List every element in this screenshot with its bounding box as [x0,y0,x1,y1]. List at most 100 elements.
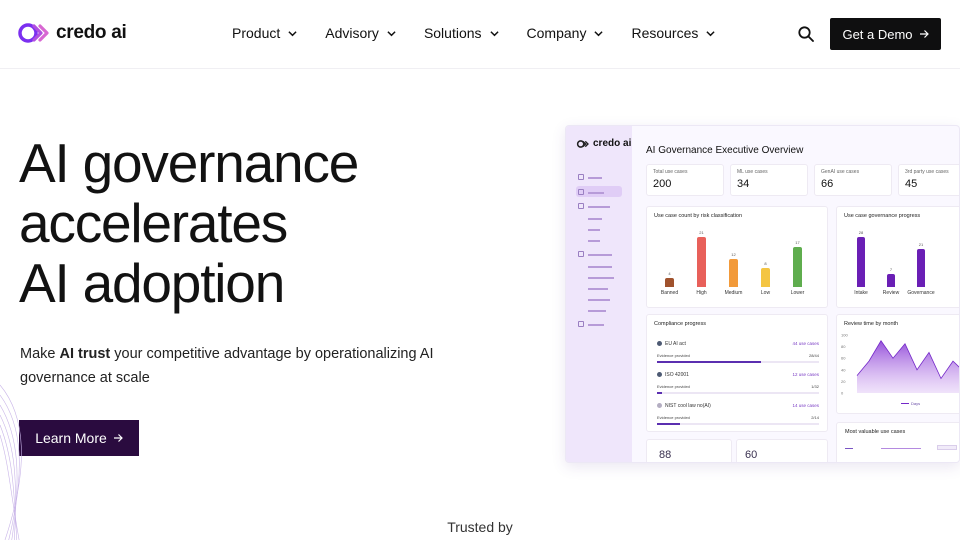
y-tick-label: 0 [841,391,844,396]
mini-stat-card: 60 [736,439,828,462]
stat-card: GenAI use cases 66 [814,164,892,196]
table-row[interactable] [881,448,921,449]
grid-icon[interactable] [578,189,584,195]
y-tick-label: 20 [841,379,846,384]
get-demo-button[interactable]: Get a Demo [830,18,941,50]
sidebar-item[interactable] [588,324,604,326]
chart-title: Review time by month [844,321,899,327]
nav-product[interactable]: Product [232,25,297,41]
use-cases-link[interactable]: 44 use cases [792,341,819,346]
nav-solutions[interactable]: Solutions [424,25,499,41]
y-tick-label: 40 [841,367,846,372]
sidebar-item[interactable] [588,192,604,194]
site-header: credo ai Product Advisory Solutions Comp… [0,0,960,68]
brand-logo[interactable]: credo ai [18,20,127,46]
sidebar-item[interactable] [588,254,612,256]
sidebar-item[interactable] [588,266,612,268]
sidebar-item[interactable] [588,299,610,301]
use-cases-link[interactable]: 14 use cases [792,403,819,408]
header-divider [0,68,960,69]
mini-stat-value: 88 [659,449,672,461]
sidebar-item[interactable] [588,277,614,279]
arrow-right-icon [919,30,929,38]
hero-subtitle-pre: Make [20,346,60,362]
sidebar-item[interactable] [588,240,600,242]
stat-card: ML use cases 34 [730,164,808,196]
nav-company[interactable]: Company [527,25,604,41]
chart-title: Use case count by risk classification [654,213,743,219]
home-icon[interactable] [578,174,584,180]
dashboard-main: AI Governance Executive Overview Total u… [632,126,959,462]
stat-label: ML use cases [737,169,768,175]
panel-title: Most valuable use cases [845,429,906,435]
dashboard-brand-name: credo ai [593,138,632,149]
area-chart: 100 80 60 40 20 0 Days [841,333,959,406]
progress-bar [657,423,819,425]
table-row[interactable] [845,448,853,449]
progress-bar [657,392,819,394]
chevron-down-icon [387,30,396,36]
shield-icon[interactable] [578,251,584,257]
stat-value: 66 [821,178,834,190]
stat-card: Total use cases 200 [646,164,724,196]
nav-advisory[interactable]: Advisory [325,25,396,41]
sidebar-item[interactable] [588,177,602,179]
progress-fill [657,392,662,394]
framework-name: EU AI act [665,341,686,347]
main-nav: Product Advisory Solutions Company Resou… [232,25,743,41]
hero-subtitle-bold: AI trust [59,346,111,362]
nav-resources[interactable]: Resources [631,25,715,41]
chart-bar [887,274,895,287]
governance-progress-chart: Use case governance progress 28 Intake 7 Re… [836,206,959,308]
y-tick-label: 100 [841,333,848,338]
y-tick-label: 60 [841,356,846,361]
nav-product-label: Product [232,25,281,41]
category-label: Review [882,290,900,296]
framework-icon [657,403,662,408]
hero-title-line: AI adoption [19,252,285,314]
use-cases-link[interactable]: 12 use cases [792,372,819,377]
evidence-label: Evidence provided [657,353,690,358]
category-label: Medium [724,290,743,296]
sidebar-item[interactable] [588,288,608,290]
chevron-down-icon [594,30,604,36]
dashboard-title: AI Governance Executive Overview [646,145,804,156]
evidence-fraction: 28/44 [808,353,819,358]
settings-icon[interactable] [578,321,584,327]
framework-icon [657,372,662,377]
panel-title: Compliance progress [654,321,706,327]
hero-title-line: accelerates [19,192,288,254]
bar-value-label: 21 [699,230,704,236]
status-badge [937,445,957,450]
credo-logo-icon [576,139,589,148]
bar-value-label: 7 [889,267,893,273]
mini-stat-card: 88 [646,439,732,462]
sidebar-item[interactable] [588,218,602,220]
bar-value-label: 4 [668,270,671,276]
hero-title-line: AI governance [19,132,359,194]
bar-value-label: 12 [731,251,736,257]
sidebar-item[interactable] [588,310,606,312]
chart-title: Use case governance progress [844,213,921,219]
sidebar-item[interactable] [588,229,600,231]
category-label: Governance [907,290,935,296]
stat-value: 45 [905,178,918,190]
nav-advisory-label: Advisory [325,25,379,41]
folder-icon[interactable] [578,203,584,209]
sidebar-item[interactable] [588,206,610,208]
get-demo-label: Get a Demo [842,26,913,42]
compliance-progress-panel: Compliance progress EU AI act 44 use cas… [646,314,828,432]
risk-classification-chart: Use case count by risk classification 4 B… [646,206,828,308]
review-time-chart: Review time by month 100 80 60 40 20 0 Days [836,314,959,414]
series-area [857,340,959,393]
chart-bar [665,277,674,287]
chevron-down-icon [489,30,499,36]
mini-stat-value: 60 [745,449,758,461]
progress-bar [657,361,819,363]
progress-fill [657,361,761,363]
evidence-label: Evidence provided [657,384,690,389]
hero-title: AI governance accelerates AI adoption [19,133,519,313]
framework-name: NIST cool law no(AI) [665,403,711,409]
arrow-right-icon [113,434,123,442]
search-icon[interactable] [797,25,815,43]
